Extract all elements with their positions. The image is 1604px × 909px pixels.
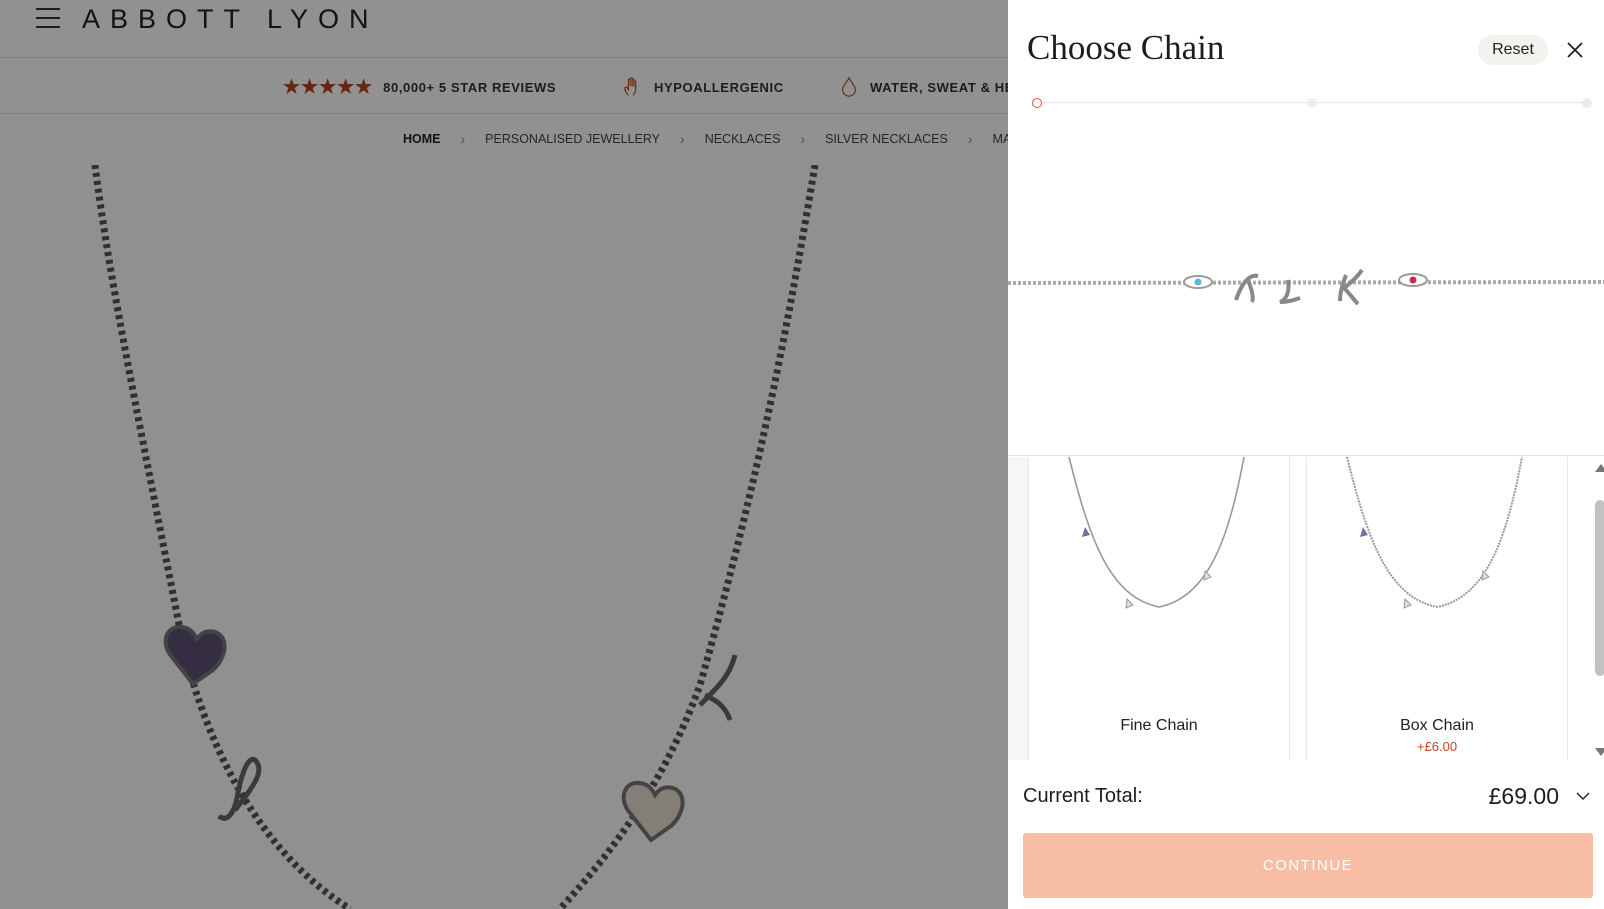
total-value: £69.00 [1488, 783, 1559, 809]
reset-button[interactable]: Reset [1478, 35, 1548, 65]
step-dot-active [1032, 98, 1042, 108]
scroll-up-icon[interactable] [1595, 464, 1604, 472]
modal-backdrop[interactable] [0, 0, 1008, 909]
chain-option-box[interactable]: Box Chain +£6.00 [1306, 457, 1568, 760]
chain-preview-image [1008, 130, 1604, 456]
drawer-title: Choose Chain [1027, 28, 1225, 67]
box-chain-image [1346, 457, 1523, 609]
option-name: Box Chain [1400, 717, 1474, 734]
chain-options-list: Fine Chain Box Chain +£6.00 [1008, 457, 1588, 760]
chevron-down-icon[interactable] [1575, 788, 1591, 804]
continue-button[interactable]: CONTINUE [1023, 833, 1593, 898]
current-total-row[interactable]: Current Total: £69.00 [1023, 782, 1593, 812]
scroll-down-icon[interactable] [1595, 748, 1604, 756]
chain-option-fine[interactable]: Fine Chain [1028, 457, 1290, 760]
total-label: Current Total: [1023, 785, 1143, 807]
bracelet-preview [1008, 268, 1604, 306]
chain-selector-drawer: Choose Chain Reset Fine Chain Box Chain … [1008, 0, 1604, 909]
step-progress [1032, 98, 1592, 108]
list-gutter [1008, 457, 1028, 760]
scroll-thumb[interactable] [1595, 500, 1604, 676]
option-name: Fine Chain [1120, 717, 1198, 734]
close-icon[interactable] [1563, 38, 1587, 62]
step-dot [1582, 98, 1592, 108]
option-price: +£6.00 [1416, 739, 1458, 754]
options-scrollbar[interactable] [1592, 460, 1604, 760]
step-dot [1307, 98, 1317, 108]
fine-chain-image [1068, 457, 1245, 609]
